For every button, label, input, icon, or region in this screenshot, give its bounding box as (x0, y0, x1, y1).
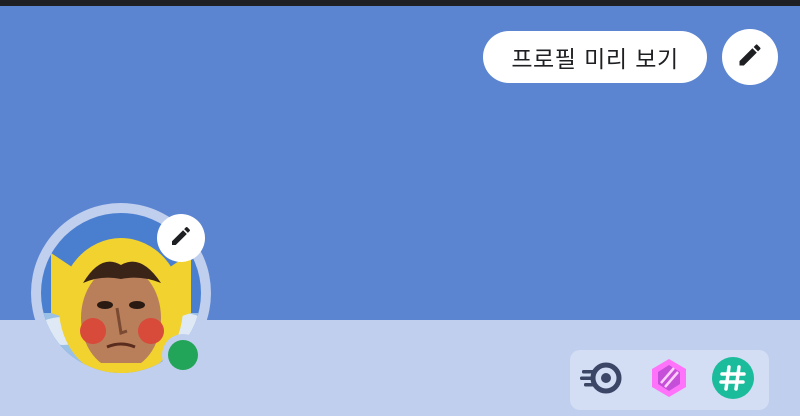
hashtag-icon (710, 355, 756, 405)
profile-preview-label: 프로필 미리 보기 (511, 47, 679, 73)
pencil-icon (169, 224, 193, 252)
nitro-badge[interactable] (578, 357, 624, 403)
boost-gem-icon (646, 355, 692, 405)
edit-avatar-button[interactable] (157, 214, 205, 262)
edit-banner-button[interactable] (722, 29, 778, 85)
server-boost-badge[interactable] (646, 357, 692, 403)
badge-container (570, 350, 769, 410)
hashtag-badge[interactable] (710, 357, 756, 403)
pencil-icon (736, 41, 764, 73)
profile-preview-button[interactable]: 프로필 미리 보기 (483, 31, 707, 83)
online-status-indicator (168, 340, 198, 370)
nitro-speed-icon (578, 355, 624, 405)
